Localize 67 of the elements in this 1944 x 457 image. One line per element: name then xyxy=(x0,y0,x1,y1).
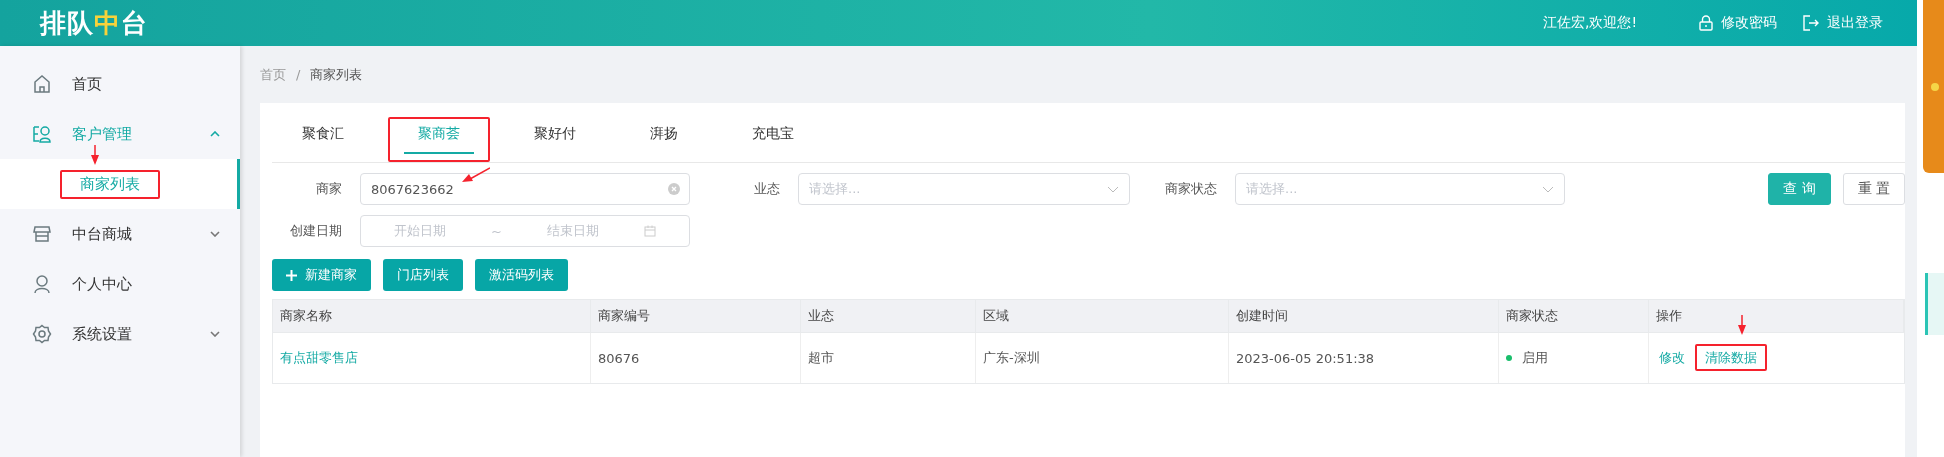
calendar-icon xyxy=(644,225,657,237)
sidebar-label: 首页 xyxy=(72,74,102,94)
column-header: 创建时间 xyxy=(1229,300,1499,333)
sidebar-item[interactable]: 个人中心 xyxy=(0,259,240,309)
clear-icon[interactable] xyxy=(668,183,680,195)
tab[interactable]: 聚好付 xyxy=(520,125,590,154)
sidebar-label: 系统设置 xyxy=(72,324,132,344)
welcome-text: 江佐宏,欢迎您! xyxy=(1542,14,1637,32)
breadcrumb-item[interactable]: 首页 xyxy=(260,65,286,84)
chevron-down-icon xyxy=(1107,185,1119,193)
sidebar-subitem-label: 商家列表 xyxy=(60,169,160,199)
sidebar-item[interactable]: 首页 xyxy=(0,59,240,109)
field-label: 创建日期 xyxy=(289,222,343,240)
sidebar-label: 个人中心 xyxy=(72,274,132,294)
person-icon xyxy=(32,274,52,294)
logout-link[interactable]: 退出登录 xyxy=(1803,14,1883,32)
toolbar-button[interactable]: 门店列表 xyxy=(383,259,463,291)
field-label: 业态 xyxy=(753,180,781,198)
change-password-link[interactable]: 修改密码 xyxy=(1699,14,1777,32)
column-header: 商家编号 xyxy=(591,300,801,333)
table-cell: 超市 xyxy=(808,349,834,367)
chevron-down-icon xyxy=(1542,185,1554,193)
lock-icon xyxy=(1699,15,1713,31)
merchant-input[interactable]: 8067623662 xyxy=(360,173,690,205)
plus-icon xyxy=(286,269,297,281)
date-range-field[interactable]: 开始日期 ~ 结束日期 xyxy=(360,215,690,247)
column-header: 商家名称 xyxy=(273,300,591,333)
settings-icon xyxy=(32,324,52,344)
breadcrumb-separator: / xyxy=(296,67,301,82)
sidebar-label: 中台商城 xyxy=(72,224,132,244)
status-text: 启用 xyxy=(1522,349,1548,367)
side-tab[interactable] xyxy=(1925,273,1944,335)
clear-data-link[interactable]: 清除数据 xyxy=(1695,344,1767,371)
sidebar-label: 客户管理 xyxy=(72,124,132,144)
sidebar-subitem[interactable]: 商家列表 xyxy=(0,159,240,209)
field-label: 商家状态 xyxy=(1164,180,1218,198)
breadcrumb-item: 商家列表 xyxy=(310,65,363,84)
new-merchant-button[interactable]: 新建商家 xyxy=(272,259,371,291)
side-widget[interactable] xyxy=(1923,0,1944,173)
home-icon xyxy=(32,74,52,94)
column-header: 操作 xyxy=(1649,300,1904,333)
reset-button[interactable]: 重 置 xyxy=(1842,173,1905,205)
business-select[interactable]: 请选择... xyxy=(798,173,1130,205)
toolbar-button[interactable]: 激活码列表 xyxy=(475,259,568,291)
table-cell: 2023-06-05 20:51:38 xyxy=(1236,350,1375,366)
users-icon xyxy=(32,124,52,144)
tab[interactable]: 聚食汇 xyxy=(288,125,358,154)
column-header: 业态 xyxy=(801,300,976,333)
sidebar-item[interactable]: 系统设置 xyxy=(0,309,240,359)
edit-link[interactable]: 修改 xyxy=(1649,344,1695,371)
tab[interactable]: 湃扬 xyxy=(636,125,692,154)
merchant-name-link[interactable]: 有点甜零售店 xyxy=(280,349,358,367)
tab[interactable]: 聚商荟 xyxy=(404,125,474,154)
field-label: 商家 xyxy=(315,180,343,198)
status-select[interactable]: 请选择... xyxy=(1235,173,1565,205)
sidebar-item[interactable]: 客户管理 xyxy=(0,109,240,159)
sidebar-item[interactable]: 中台商城 xyxy=(0,209,240,259)
column-header: 区域 xyxy=(976,300,1229,333)
tab[interactable]: 充电宝 xyxy=(738,125,808,154)
column-header: 商家状态 xyxy=(1499,300,1649,333)
table-cell: 80676 xyxy=(598,350,640,366)
logo: 排队中 台 xyxy=(40,6,148,40)
store-icon xyxy=(32,224,52,244)
table-cell: 广东-深圳 xyxy=(983,349,1040,367)
logout-icon xyxy=(1803,15,1819,31)
search-button[interactable]: 查 询 xyxy=(1768,173,1831,205)
dot-icon xyxy=(1931,82,1939,91)
